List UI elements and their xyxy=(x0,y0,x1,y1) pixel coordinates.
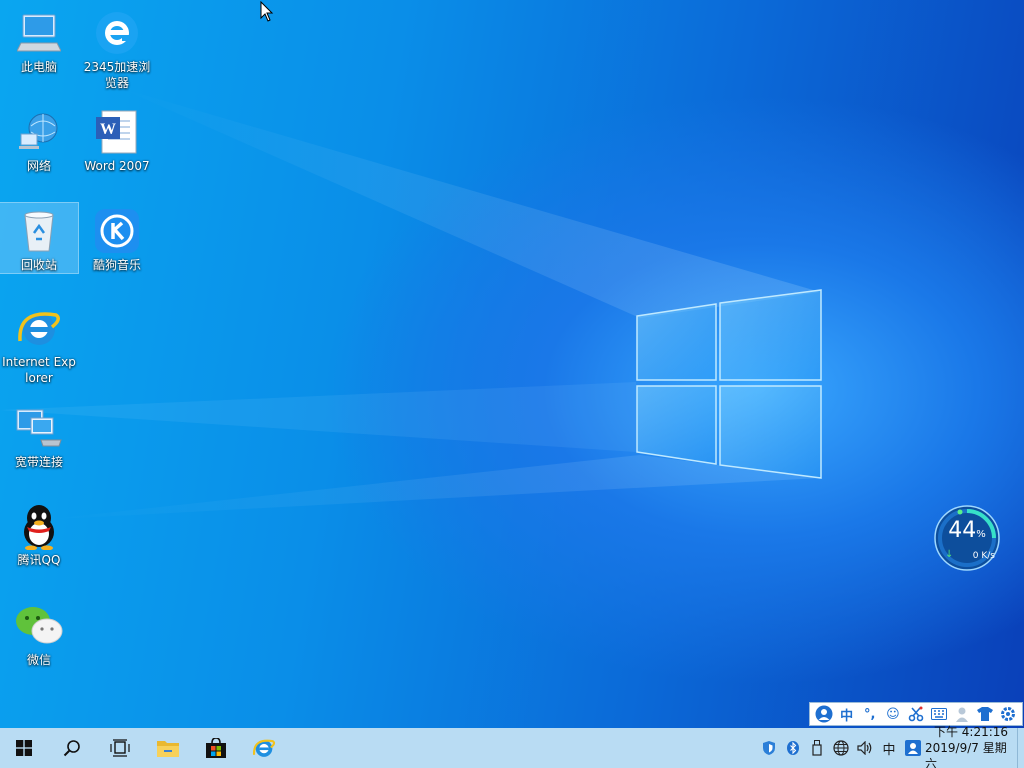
desktop-icon-2345-browser[interactable]: 2345加速浏览器 xyxy=(78,5,156,93)
clock-date: 2019/9/7 星期六 xyxy=(925,741,1007,768)
bluetooth-icon[interactable] xyxy=(781,728,805,768)
desktop-icon-internet-explorer[interactable]: Internet Explorer xyxy=(0,300,78,388)
network-icon xyxy=(15,108,63,156)
keyboard-icon[interactable] xyxy=(928,703,951,725)
emoji-icon[interactable]: ☺ xyxy=(881,703,904,725)
task-view-icon xyxy=(110,739,130,757)
desktop-icon-recycle-bin[interactable]: 回收站 xyxy=(0,202,79,274)
show-desktop-button[interactable] xyxy=(1017,728,1024,768)
file-explorer-button[interactable] xyxy=(144,728,192,768)
taskbar: 中 下午 4:21:16 2019/9/7 星期六 xyxy=(0,725,1024,768)
desktop-icon-this-pc[interactable]: 此电脑 xyxy=(0,5,78,75)
chinese-mode-icon[interactable]: 中 xyxy=(835,703,858,725)
kugou-icon xyxy=(93,207,141,255)
qq-tray-icon[interactable] xyxy=(901,728,925,768)
wechat-icon xyxy=(15,602,63,650)
desktop-icon-qq[interactable]: 腾讯QQ xyxy=(0,498,78,568)
ie-icon xyxy=(253,739,276,757)
search-icon xyxy=(63,740,80,757)
desktop-icon-broadband[interactable]: 宽带连接 xyxy=(0,400,78,470)
security-icon[interactable] xyxy=(757,728,781,768)
user-icon[interactable] xyxy=(812,703,835,725)
shirt-icon[interactable] xyxy=(974,703,997,725)
start-icon xyxy=(16,740,32,756)
network-speed-widget[interactable]: 44% ↓ 0 K/s xyxy=(933,504,1001,572)
task-view-button[interactable] xyxy=(96,728,144,768)
recycle-bin-icon xyxy=(15,207,63,255)
svg-text:W: W xyxy=(100,121,116,138)
taskbar-clock[interactable]: 下午 4:21:16 2019/9/7 星期六 xyxy=(925,725,1017,768)
scissors-icon[interactable] xyxy=(904,703,927,725)
desktop-icon-word-2007[interactable]: W Word 2007 xyxy=(78,104,156,174)
punctuation-icon[interactable]: °, xyxy=(858,703,881,725)
ime-icon[interactable]: 中 xyxy=(877,728,901,768)
file-explorer-icon xyxy=(157,741,179,757)
broadband-icon xyxy=(15,404,63,452)
settings-icon[interactable] xyxy=(997,703,1020,725)
clock-time: 下午 4:21:16 xyxy=(933,725,1009,739)
ie-taskbar-button[interactable] xyxy=(240,728,288,768)
memory-percent: 44% xyxy=(948,518,986,543)
qq-icon xyxy=(15,502,63,550)
computer-icon xyxy=(15,9,63,57)
search-button[interactable] xyxy=(48,728,96,768)
system-tray: 中 下午 4:21:16 2019/9/7 星期六 xyxy=(757,725,1024,768)
ie-icon xyxy=(15,304,63,352)
desktop[interactable]: 此电脑 网络 回收站 Internet Explorer 宽带连接 腾讯QQ 微… xyxy=(0,0,1024,768)
desktop-icon-network[interactable]: 网络 xyxy=(0,104,78,174)
volume-icon[interactable] xyxy=(853,728,877,768)
desktop-icon-kugou[interactable]: 酷狗音乐 xyxy=(78,203,156,273)
store-button[interactable] xyxy=(192,728,240,768)
word-icon: W xyxy=(93,108,141,156)
ime-toolbar: 中 °, ☺ xyxy=(809,702,1023,726)
mouse-cursor xyxy=(260,1,274,22)
download-rate: 0 K/s xyxy=(972,551,995,561)
person-icon[interactable] xyxy=(951,703,974,725)
usb-icon[interactable] xyxy=(805,728,829,768)
desktop-icon-wechat[interactable]: 微信 xyxy=(0,598,78,668)
browser-2345-icon xyxy=(93,9,141,57)
start-button[interactable] xyxy=(0,728,48,768)
network-tray-icon[interactable] xyxy=(829,728,853,768)
store-icon xyxy=(206,738,226,758)
